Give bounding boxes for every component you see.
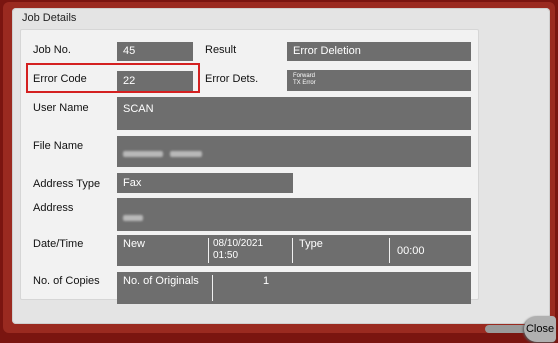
datetime-label: Date/Time [33,238,84,250]
copies-label: No. of Copies [33,275,100,287]
error-dets-line2: TX Error [293,80,316,86]
originals-label: No. of Originals [123,275,199,287]
error-code-highlight [26,63,200,93]
user-name-label: User Name [33,102,89,114]
datetime-time: 01:50 [213,250,239,261]
redacted-text [123,215,143,221]
address-value [117,198,471,231]
close-button[interactable]: Close [524,316,556,342]
divider [208,238,209,263]
user-name-value: SCAN [117,97,471,130]
address-type-value: Fax [117,173,293,193]
divider [292,238,293,263]
redacted-text [170,151,203,157]
job-no-label: Job No. [33,44,71,56]
error-dets-value: Forward TX Error [287,70,471,91]
address-type-label: Address Type [33,178,101,190]
file-name-label: File Name [33,140,84,152]
result-label: Result [205,44,237,56]
type-label: Type [299,238,323,250]
error-dets-line1: Forward [293,73,316,79]
divider [212,275,213,301]
copies-value: No. of Originals 1 [117,272,471,304]
job-details-panel: Job Details Job No. 45 Result Error Dele… [12,8,550,324]
datetime-date: 08/10/2021 [213,238,264,249]
result-value: Error Deletion [287,42,471,61]
panel-title: Job Details [22,12,77,24]
redacted-text [123,151,163,157]
datetime-status: New [123,238,146,250]
type-value: 00:00 [397,245,425,257]
error-dets-label: Error Dets. [205,73,259,85]
datetime-value: New 08/10/2021 01:50 Type 00:00 [117,235,471,266]
job-no-value: 45 [117,42,193,61]
originals-value: 1 [263,275,270,287]
address-label: Address [33,202,74,214]
divider [389,238,390,263]
file-name-value [117,136,471,167]
